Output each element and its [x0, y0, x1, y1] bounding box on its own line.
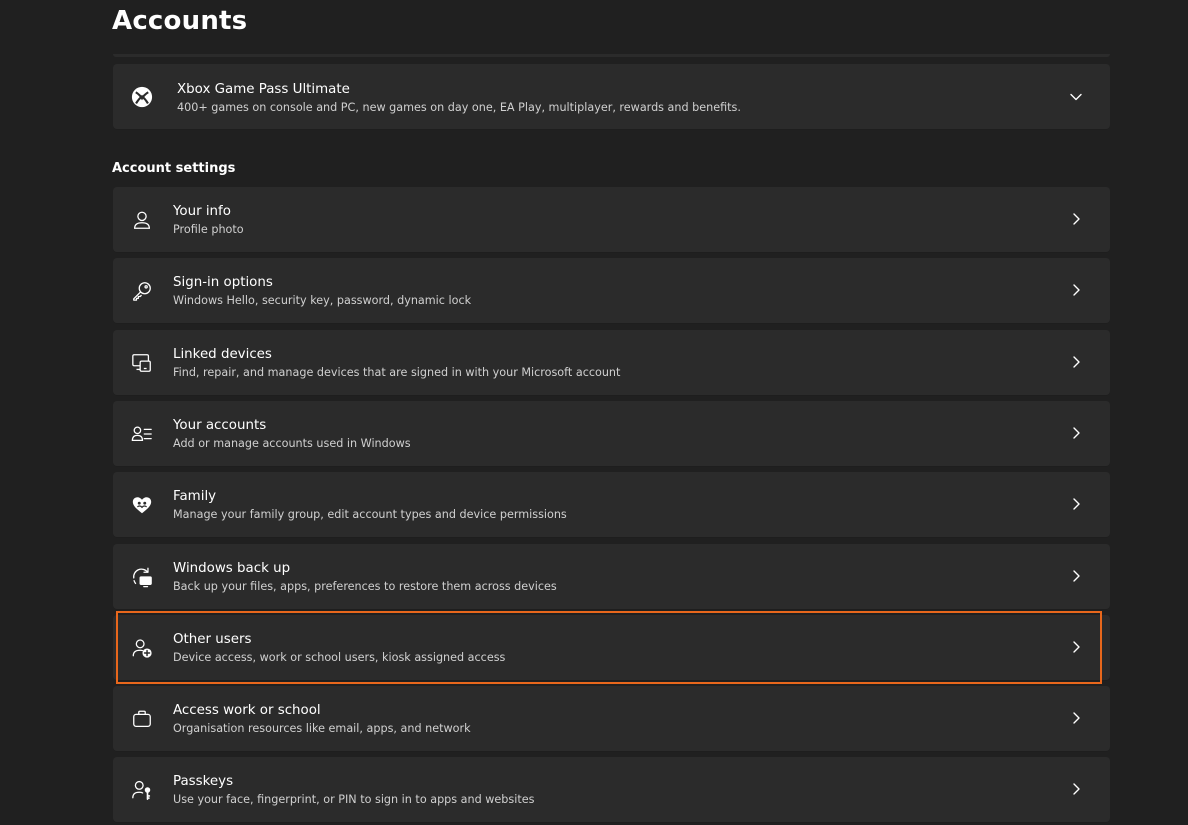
chevron-right-icon: [1068, 496, 1084, 512]
settings-item-passkeys[interactable]: Passkeys Use your face, fingerprint, or …: [113, 757, 1110, 823]
xbox-icon: [131, 86, 153, 108]
item-title: Linked devices: [173, 347, 272, 362]
settings-item-sign-in-options[interactable]: Sign-in options Windows Hello, security …: [113, 258, 1110, 324]
chevron-right-icon: [1068, 568, 1084, 584]
item-description: Find, repair, and manage devices that ar…: [173, 366, 621, 379]
chevron-right-icon: [1068, 425, 1084, 441]
chevron-right-icon: [1068, 211, 1084, 227]
person-icon: [131, 209, 153, 231]
item-title: Other users: [173, 632, 252, 647]
person-add-icon: [131, 637, 153, 659]
item-description: Profile photo: [173, 223, 244, 236]
xbox-card-title: Xbox Game Pass Ultimate: [177, 82, 350, 97]
item-title: Family: [173, 489, 217, 504]
briefcase-icon: [131, 708, 153, 730]
item-title: Sign-in options: [173, 275, 273, 290]
passkey-icon: [131, 779, 153, 801]
item-description: Back up your files, apps, preferences to…: [173, 580, 557, 593]
item-description: Add or manage accounts used in Windows: [173, 437, 411, 450]
item-description: Device access, work or school users, kio…: [173, 651, 506, 664]
chevron-down-icon[interactable]: [1068, 89, 1084, 105]
xbox-card-description: 400+ games on console and PC, new games …: [177, 101, 741, 114]
settings-item-windows-back-up[interactable]: Windows back up Back up your files, apps…: [113, 544, 1110, 610]
section-header-account-settings: Account settings: [112, 161, 236, 176]
item-title: Your info: [173, 204, 231, 219]
item-description: Windows Hello, security key, password, d…: [173, 294, 472, 307]
person-list-icon: [131, 423, 153, 445]
item-description: Manage your family group, edit account t…: [173, 508, 567, 521]
family-heart-icon: [131, 494, 153, 516]
settings-item-your-accounts[interactable]: Your accounts Add or manage accounts use…: [113, 401, 1110, 467]
settings-item-access-work-or-school[interactable]: Access work or school Organisation resou…: [113, 686, 1110, 752]
chevron-right-icon: [1068, 781, 1084, 797]
key-icon: [131, 280, 153, 302]
item-title: Passkeys: [173, 774, 234, 789]
devices-icon: [131, 352, 153, 374]
page-title: Accounts: [112, 6, 248, 36]
item-description: Use your face, fingerprint, or PIN to si…: [173, 793, 535, 806]
accounts-settings-page: Accounts Xbox Game Pass Ultimate 400+ ga…: [0, 0, 1188, 825]
xbox-game-pass-card[interactable]: Xbox Game Pass Ultimate 400+ games on co…: [113, 64, 1110, 130]
chevron-right-icon: [1068, 282, 1084, 298]
chevron-right-icon: [1068, 710, 1084, 726]
chevron-right-icon: [1068, 639, 1084, 655]
previous-card-edge: [113, 54, 1110, 57]
item-title: Your accounts: [173, 418, 267, 433]
settings-item-your-info[interactable]: Your info Profile photo: [113, 187, 1110, 253]
item-title: Windows back up: [173, 561, 291, 576]
settings-item-other-users[interactable]: Other users Device access, work or schoo…: [113, 615, 1110, 681]
item-title: Access work or school: [173, 703, 321, 718]
chevron-right-icon: [1068, 354, 1084, 370]
settings-item-linked-devices[interactable]: Linked devices Find, repair, and manage …: [113, 330, 1110, 396]
item-description: Organisation resources like email, apps,…: [173, 722, 471, 735]
settings-item-family[interactable]: Family Manage your family group, edit ac…: [113, 472, 1110, 538]
backup-icon: [131, 566, 153, 588]
